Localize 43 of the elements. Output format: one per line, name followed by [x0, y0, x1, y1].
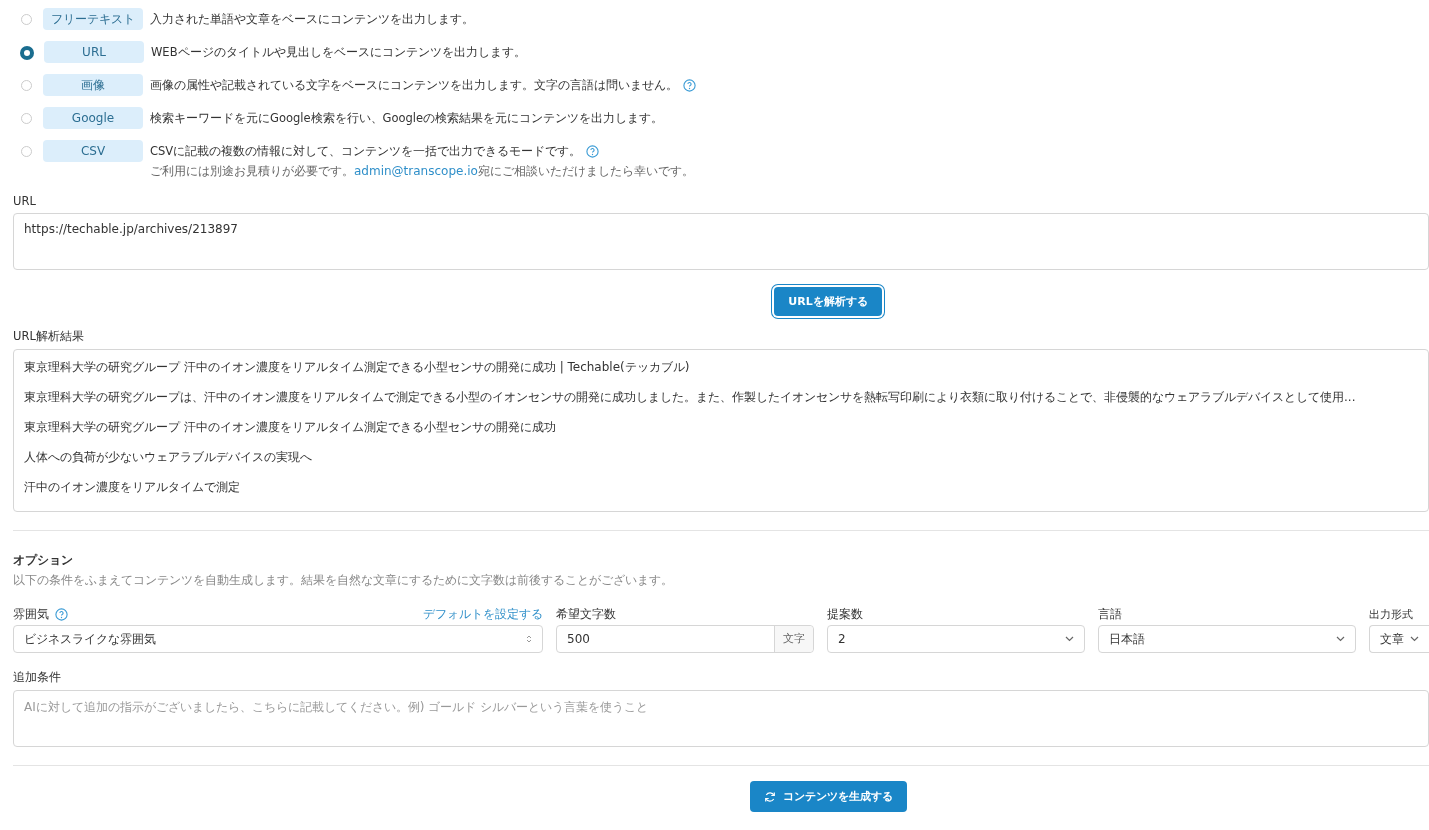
chevron-down-icon	[1336, 636, 1345, 642]
section-description: 以下の条件をふまえてコンテンツを自動生成します。結果を自然な文章にするために文字数は前後することがございます。	[13, 572, 674, 589]
mode-description: CSVに記載の複数の情報に対して、コンテンツを一括で出力できるモードです。	[150, 143, 582, 160]
field-label: 追加条件	[13, 670, 62, 685]
mood-select[interactable]: ビジネスライクな雰囲気	[13, 625, 543, 653]
help-icon[interactable]	[683, 78, 696, 92]
analysis-result-field[interactable]: 東京理科大学の研究グループ 汗中のイオン濃度をリアルタイム測定できる小型センサの開発に成功 | Techable(テッカブル) 東京理科大学の研究グループは、汗中のイオン濃度をリアルタイムで測定できる小型のイオンセンサの開発に成功しました。また、作製したイオンセンサを熱転写印刷により衣類に取り付けることで、非侵襲的なウェアラブルデバイスとして使用... 東京理科大学の研究グループ 汗中のイオン濃度をリアルタイム測定できる小型センサの開発に成功 人体への負荷が少ないウェアラブルデバイスの実現へ 汗中のイオン濃度をリアルタイムで測定	[13, 349, 1429, 512]
extra-conditions-field[interactable]: AIに対して追加の指示がございましたら、こちらに記載してください。例) ゴールド シルバーという言葉を使うこと	[13, 690, 1429, 747]
url-field[interactable]: https://techable.jp/archives/213897	[13, 213, 1429, 270]
mode-description: 入力された単語や文章をベースにコンテンツを出力します。	[150, 11, 474, 28]
default-link[interactable]: デフォルトを設定する	[423, 605, 543, 623]
field-label: URL解析結果	[13, 329, 85, 344]
pricing-note: ご利用には別途お見積りが必要です。admin@transcope.io宛にご相談いただけましたら幸いです。	[150, 163, 694, 180]
analyze-url-button[interactable]: URLを解析する	[774, 287, 882, 316]
field-label: 出力形式	[1369, 606, 1413, 622]
email-link[interactable]: admin@transcope.io	[354, 164, 478, 178]
select-field[interactable]: 2	[827, 625, 1085, 653]
number-field[interactable]: 500	[557, 632, 774, 646]
field-label: URL	[13, 194, 37, 208]
chevron-down-icon	[1065, 636, 1074, 642]
mode-tag[interactable]: URL	[44, 41, 144, 63]
generate-button[interactable]: コンテンツを生成する	[749, 781, 907, 812]
select-field[interactable]: 文章	[1369, 625, 1429, 653]
mode-tag[interactable]: 画像	[43, 74, 143, 96]
updown-icon	[526, 634, 532, 644]
mode-tag[interactable]: Google	[43, 107, 143, 129]
mode-tag[interactable]: CSV	[43, 140, 143, 162]
radio-button[interactable]	[21, 47, 33, 59]
select-field[interactable]: 日本語	[1098, 625, 1356, 653]
field-label: 希望文字数	[556, 606, 616, 622]
help-icon[interactable]	[55, 607, 68, 621]
field-label: 提案数	[827, 606, 863, 622]
mode-description: WEBページのタイトルや見出しをベースにコンテンツを出力します。	[151, 44, 526, 61]
mode-description: 画像の属性や記載されている文字をベースにコンテンツを出力します。文字の言語は問いません。	[150, 77, 678, 94]
mode-description: 検索キーワードを元にGoogle検索を行い、Googleの検索結果を元にコンテンツを出力します。	[150, 110, 664, 127]
refresh-icon	[763, 790, 776, 803]
unit-label: 文字	[774, 626, 813, 652]
field-label: 言語	[1098, 606, 1122, 622]
chevron-down-icon	[1410, 636, 1419, 642]
help-icon[interactable]	[586, 144, 600, 158]
section-title: オプション	[13, 552, 74, 569]
field-label: 雰囲気	[13, 606, 49, 622]
mode-tag[interactable]: フリーテキスト	[43, 8, 143, 30]
